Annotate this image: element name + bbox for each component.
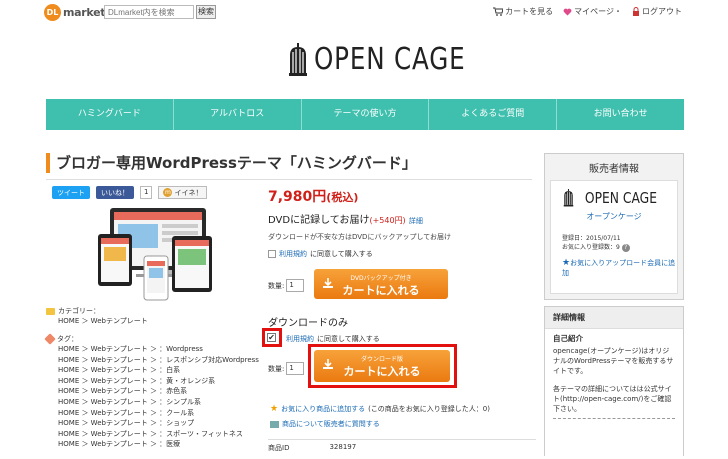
seller-logo[interactable]: OPEN CAGE [551,189,677,207]
dvd-agree-checkbox[interactable] [268,250,276,258]
dl-agree-row: 利用規約 に同意して購入する [286,334,380,344]
seller-name-link[interactable]: オープンケージ [551,211,677,222]
category-path[interactable]: HOME ＞ Webテンプレート [58,316,148,326]
seller-intro: 自己紹介 opencage(オープンケージ)はオリジナルのWordPressテー… [545,329,683,459]
mixi-icon: m [163,188,173,197]
tag-item[interactable]: HOME ＞ Webテンプレート ＞ ：スポーツ・フィットネス [58,429,259,440]
download-icon [323,278,333,288]
favorites-count: お気に入り登録数：9 ? [562,243,677,252]
dl-add-to-cart-button[interactable]: ダウンロード版 カートに入れる [314,350,450,382]
cart-icon [493,7,504,16]
title-divider [46,179,532,180]
tag-item[interactable]: HOME ＞ Webテンプレート ＞ ：レスポンシブ対応Wordpress [58,355,259,366]
favorite-row: ★ お気に入り商品に追加する (この商品をお気に入り登録した人：0) [270,404,490,414]
dvd-qty-input[interactable]: 1 [286,279,305,292]
tag-item[interactable]: HOME ＞ Webテンプレート ＞ ：シンプル系 [58,397,259,408]
tweet-button[interactable]: ツイート [52,186,90,199]
nav-tab-hummingbird[interactable]: ハミングバード [46,99,173,130]
seller-meta: 登録日：2015/07/11 お気に入り登録数：9 ? [562,234,677,252]
dvd-agree-row: 利用規約 に同意して購入する [268,249,373,259]
tag-item[interactable]: HOME ＞ Webテンプレート ＞ ：Wordpress [58,344,259,355]
add-favorite-link[interactable]: お気に入り商品に追加する [281,404,365,414]
tag-item[interactable]: HOME ＞ Webテンプレート ＞ ：医療 [58,439,259,450]
cart-link[interactable]: カートを見る [493,6,553,17]
mail-icon [270,420,279,428]
seller-details-panel: 詳細情報 自己紹介 opencage(オープンケージ)はオリジナルのWordPr… [544,306,684,459]
tag-item[interactable]: HOME ＞ Webテンプレート ＞ ：クール系 [58,408,259,419]
download-only-title: ダウンロードのみ [268,318,348,329]
dvd-detail-link[interactable]: 詳細 [409,217,423,225]
lock-icon [633,7,639,16]
nav-tab-contact[interactable]: お問い合わせ [556,99,684,130]
dl-qty: 数量: 1 [268,362,305,375]
facebook-like-button[interactable]: いいね！ [96,186,134,199]
star-icon: ★ [562,258,571,268]
details-heading: 詳細情報 [545,307,683,329]
inquiry-link[interactable]: 商品について販売者に質問する [270,419,380,429]
dlmarket-logo[interactable]: DL market [44,4,106,21]
top-bar: DL market 検索 カートを見る マイページ・ ログアウト [0,0,728,24]
product-id-row: 商品ID 328197 [268,439,536,453]
logout-link[interactable]: ログアウト [632,6,682,17]
dvd-qty: 数量: 1 [268,279,305,292]
opencage-logo[interactable]: OPEN CAGE [288,42,499,77]
heart-icon [563,8,572,15]
search-button[interactable]: 検索 [196,5,216,19]
help-icon[interactable]: ? [621,244,630,252]
product-title: ブロガー専用WordPressテーマ「ハミングバード」 [46,153,417,173]
product-devices-image[interactable] [96,206,216,304]
category-block: カテゴリー： HOME ＞ Webテンプレート タグ： [44,306,148,345]
nav-tab-faq[interactable]: よくあるご質問 [428,99,556,130]
nav-tab-albatross[interactable]: アルバトロス [172,99,301,130]
dotted-divider [553,418,675,419]
folder-icon [46,307,55,315]
tag-item[interactable]: HOME ＞ Webテンプレート ＞ ：ショップ [58,418,259,429]
social-buttons: ツイート いいね！ 1 m イイネ！ [52,186,208,199]
main-nav: ハミングバード アルバトロス テーマの使い方 よくあるご質問 お問い合わせ [46,99,684,130]
top-links: カートを見る マイページ・ ログアウト [493,6,682,17]
tag-icon [44,333,56,345]
birdcage-icon [563,189,574,207]
tag-item[interactable]: HOME ＞ Webテンプレート ＞ ：赤色系 [58,386,259,397]
star-icon: ★ [270,404,279,414]
seller-info-panel: 販売者情報 OPEN CAGE オープンケージ 登録日：2015/07/11 お… [544,153,684,300]
mypage-link[interactable]: マイページ・ [563,6,622,17]
price: 7,980円(税込) [268,189,359,205]
tag-item[interactable]: HOME ＞ Webテンプレート ＞ ：黄・オレンジ系 [58,376,259,387]
dl-agree-checkbox[interactable]: ✔ [267,333,276,342]
birdcage-icon [289,42,307,76]
dl-wordmark: market [63,6,106,19]
dl-badge: DL [44,4,61,21]
terms-link[interactable]: 利用規約 [286,334,314,344]
add-seller-favorite-link[interactable]: ★お気に入りアップロード会員に追加 [562,258,677,278]
search-input[interactable] [104,5,194,19]
terms-link[interactable]: 利用規約 [279,249,307,259]
mixi-iine-button[interactable]: m イイネ！ [158,186,208,199]
dvd-option-title: DVDに記録してお届け(+540円) 詳細 [268,215,423,226]
dvd-note: ダウンロードが不安な方はDVDにバックアップしてお届け [268,233,452,241]
dvd-add-to-cart-button[interactable]: DVDバックアップ付き カートに入れる [314,269,448,299]
tag-item[interactable]: HOME ＞ Webテンプレート ＞ ：白系 [58,365,259,376]
seller-heading: 販売者情報 [589,164,639,175]
tag-list: HOME ＞ Webテンプレート ＞ ：Wordpress HOME ＞ Web… [58,344,259,450]
nav-tab-howto[interactable]: テーマの使い方 [300,99,429,130]
seller-card: OPEN CAGE オープンケージ 登録日：2015/07/11 お気に入り登録… [550,180,678,294]
download-icon [323,359,333,369]
brand-name: OPEN CAGE [314,42,466,77]
dl-qty-input[interactable]: 1 [286,362,305,375]
like-count: 1 [140,186,153,199]
